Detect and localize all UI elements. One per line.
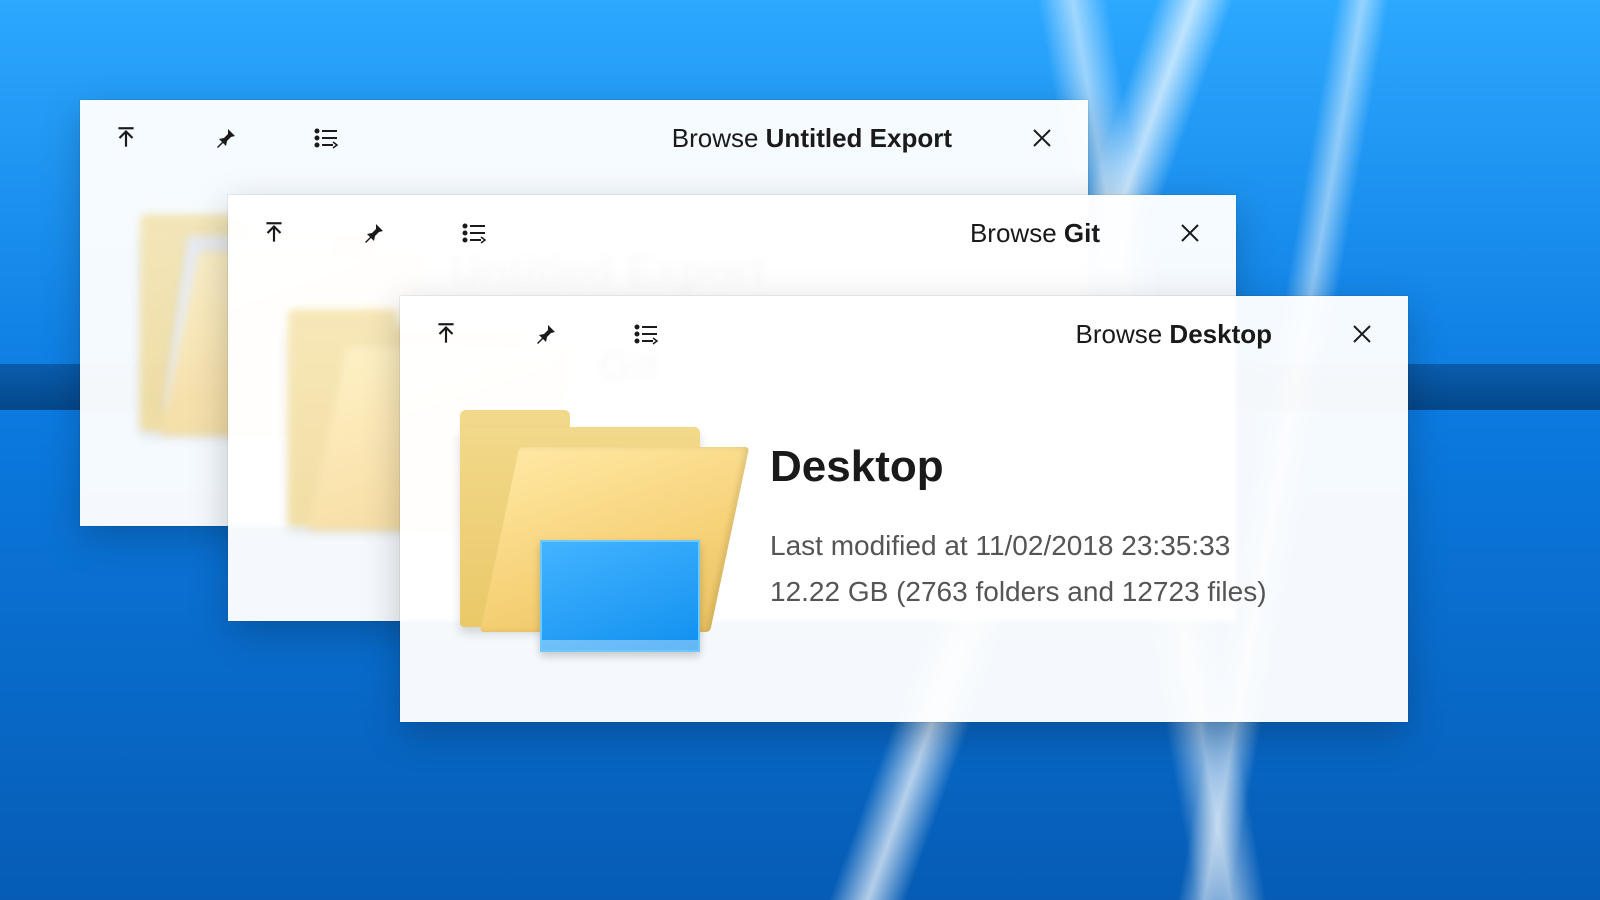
modified-line: Last modified at 11/02/2018 23:35:33 [770, 530, 1267, 562]
titlebar[interactable]: Browse Untitled Export [80, 100, 1088, 176]
up-icon[interactable] [424, 312, 468, 356]
pin-icon[interactable] [524, 312, 568, 356]
desktop-background: Browse Untitled Export Untitled Export [0, 0, 1600, 900]
close-icon[interactable] [1012, 116, 1072, 160]
stats-line: 12.22 GB (2763 folders and 12723 files) [770, 576, 1267, 608]
window-title: Browse Git [970, 218, 1100, 249]
monitor-overlay-icon [540, 540, 700, 652]
window-title: Browse Desktop [1076, 319, 1273, 350]
list-settings-icon[interactable] [452, 211, 496, 255]
pin-icon[interactable] [352, 211, 396, 255]
up-icon[interactable] [104, 116, 148, 160]
window-title: Browse Untitled Export [672, 123, 952, 154]
window-body: Desktop Last modified at 11/02/2018 23:3… [400, 372, 1408, 722]
desktop-folder-icon [460, 402, 720, 662]
pin-icon[interactable] [204, 116, 248, 160]
folder-name: Desktop [770, 442, 1267, 492]
titlebar[interactable]: Browse Git [228, 195, 1236, 271]
list-settings-icon[interactable] [624, 312, 668, 356]
titlebar[interactable]: Browse Desktop [400, 296, 1408, 372]
list-settings-icon[interactable] [304, 116, 348, 160]
preview-window-desktop[interactable]: Browse Desktop Desktop Last modified at … [400, 296, 1408, 722]
up-icon[interactable] [252, 211, 296, 255]
close-icon[interactable] [1160, 211, 1220, 255]
close-icon[interactable] [1332, 312, 1392, 356]
